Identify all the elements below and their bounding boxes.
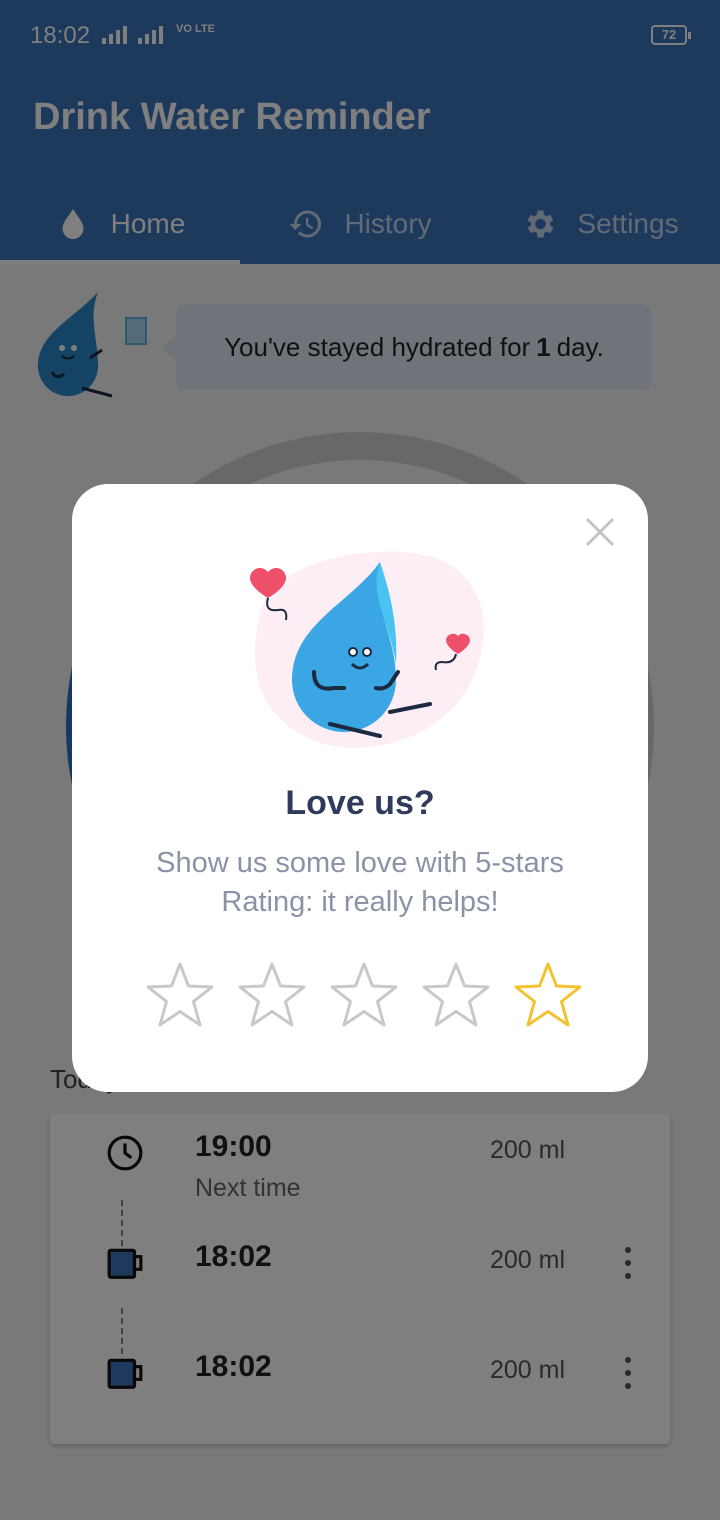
dialog-title: Love us? [285,784,435,822]
app-screen: 18:02 VO LTE 72 Drink Water Reminder Hom… [0,0,720,1520]
close-icon[interactable] [582,514,618,550]
star-4-icon[interactable] [420,960,492,1030]
dialog-message: Show us some love with 5-stars Rating: i… [112,844,608,922]
rating-dialog: Love us? Show us some love with 5-stars … [72,484,648,1092]
star-1-icon[interactable] [144,960,216,1030]
star-3-icon[interactable] [328,960,400,1030]
star-5-icon[interactable] [512,960,584,1030]
mascot-hearts-illustration [250,551,484,748]
dialog-message-line-1: Show us some love with 5-stars [156,847,564,879]
dialog-message-line-2: Rating: it really helps! [221,886,499,918]
star-2-icon[interactable] [236,960,308,1030]
star-rating [144,960,584,1030]
